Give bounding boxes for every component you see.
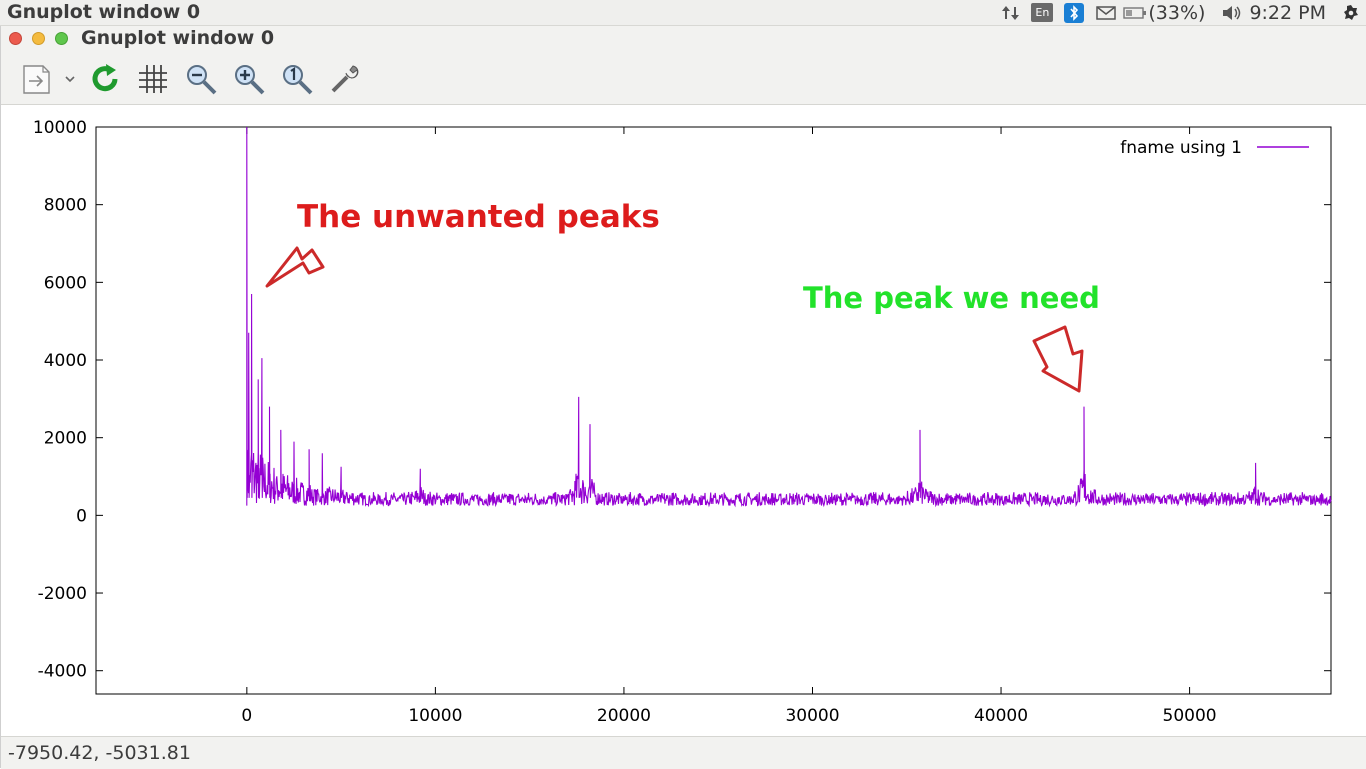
zoom-reset-icon <box>283 65 313 95</box>
plot-frame <box>95 126 1332 695</box>
window-title: Gnuplot window 0 <box>81 27 275 49</box>
zoom-in-button[interactable] <box>229 60 269 98</box>
close-button[interactable] <box>9 32 22 45</box>
window-titlebar[interactable]: Gnuplot window 0 <box>1 26 1366 54</box>
system-top-bar: Gnuplot window 0 En (33%) 9:22 PM <box>0 0 1366 26</box>
mouse-coordinates: -7950.42, -5031.81 <box>8 742 191 764</box>
y-tick-label: 2000 <box>44 429 87 449</box>
dropdown-arrow-icon <box>65 76 75 83</box>
bluetooth-icon[interactable] <box>1058 2 1090 23</box>
maximize-button[interactable] <box>55 32 68 45</box>
series-line <box>246 126 1332 508</box>
gear-icon[interactable] <box>1340 4 1362 22</box>
indicator-area: En (33%) 9:22 PM <box>996 0 1366 25</box>
arrow-to-unwanted-peaks <box>265 246 325 288</box>
legend-label: fname using 1 <box>1120 138 1242 158</box>
network-icon[interactable] <box>996 4 1026 22</box>
x-tick-label: 0 <box>241 706 252 726</box>
replot-icon <box>92 64 118 92</box>
y-tick-label: 0 <box>76 506 87 526</box>
volume-icon[interactable] <box>1215 4 1249 22</box>
zoom-out-icon <box>187 65 217 95</box>
export-icon <box>23 65 50 94</box>
toolbar <box>1 54 1366 105</box>
plot-svg: -4000 -2000 0 2000 4000 6000 8000 10000 0 10000 20… <box>33 118 1332 726</box>
y-tick-label: 10000 <box>33 118 87 138</box>
plot-canvas[interactable]: -4000 -2000 0 2000 4000 6000 8000 10000 0 10000 20… <box>1 105 1366 735</box>
x-tick-label: 10000 <box>408 706 462 726</box>
replot-button[interactable] <box>85 60 125 98</box>
x-tick-label: 50000 <box>1163 706 1217 726</box>
keyboard-icon[interactable]: En <box>1026 3 1058 22</box>
zoom-out-button[interactable] <box>181 60 221 98</box>
y-tick-label: 4000 <box>44 351 87 371</box>
keyboard-layout-label: En <box>1031 3 1054 22</box>
grid-button[interactable] <box>133 60 173 98</box>
annotation-peak-we-need: The peak we need <box>803 281 1100 315</box>
settings-button[interactable] <box>325 60 365 98</box>
arrow-to-needed-peak <box>1032 325 1084 393</box>
x-tick-label: 30000 <box>785 706 839 726</box>
y-tick-label: 6000 <box>44 273 87 293</box>
clock[interactable]: 9:22 PM <box>1249 2 1326 24</box>
annotation-unwanted-peaks: The unwanted peaks <box>297 199 660 235</box>
export-dropdown-button[interactable] <box>61 60 79 98</box>
settings-wrench-icon <box>331 65 359 93</box>
status-bar: -7950.42, -5031.81 <box>1 736 1366 769</box>
y-tick-label: -4000 <box>38 662 87 682</box>
x-tick-label: 40000 <box>974 706 1028 726</box>
mail-icon[interactable] <box>1090 5 1122 21</box>
y-tick-label: -2000 <box>38 584 87 604</box>
x-tick-label: 20000 <box>597 706 651 726</box>
zoom-in-icon <box>235 65 265 95</box>
y-tick-label: 8000 <box>44 196 87 216</box>
active-app-title: Gnuplot window 0 <box>7 1 201 23</box>
battery-icon[interactable] <box>1122 6 1148 20</box>
minimize-button[interactable] <box>32 32 45 45</box>
zoom-reset-button[interactable] <box>277 60 317 98</box>
battery-percent: (33%) <box>1148 1 1206 24</box>
grid-icon <box>139 65 167 93</box>
gnuplot-window: Gnuplot window 0 -4000 -2000 0 2000 4000 6000… <box>0 26 1366 769</box>
export-button[interactable] <box>17 60 57 98</box>
